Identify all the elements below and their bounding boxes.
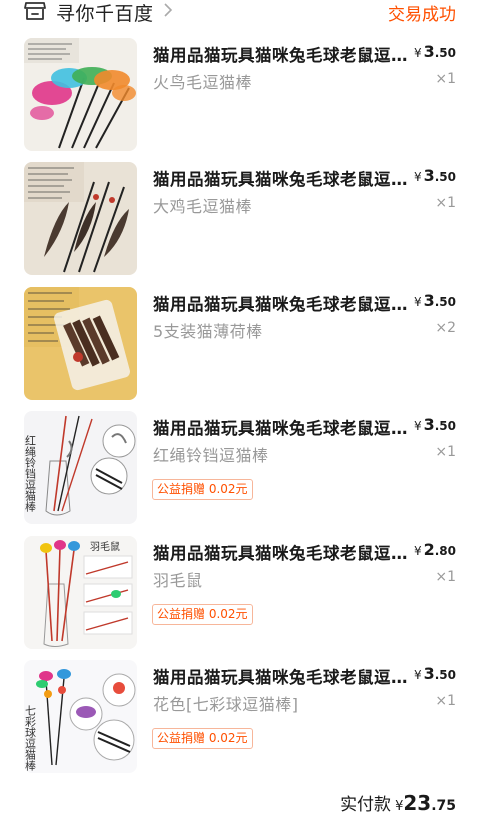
product-price: ¥3.50 xyxy=(413,415,456,434)
charity-donation-badge[interactable]: 公益捐赠 0.02元 xyxy=(152,604,253,625)
product-quantity: ×1 xyxy=(435,444,456,460)
product-thumbnail[interactable]: 红绳铃铛逗猫棒 xyxy=(24,411,137,524)
product-price: ¥3.50 xyxy=(413,166,456,185)
product-quantity: ×1 xyxy=(435,693,456,709)
shop-name-link[interactable]: 寻你千百度 xyxy=(56,0,154,26)
charity-donation-badge[interactable]: 公益捐赠 0.02元 xyxy=(152,728,253,749)
total-label: 实付款 xyxy=(340,795,392,815)
order-item[interactable]: 羽毛鼠 猫用品猫玩具猫咪兔毛球老鼠逗猫棒 ¥2.80 羽毛鼠 ×1 公益捐赠 0… xyxy=(0,536,478,654)
product-price: ¥3.50 xyxy=(413,664,456,683)
chevron-right-icon[interactable] xyxy=(163,2,173,18)
order-item[interactable]: 猫用品猫玩具猫咪兔毛球老鼠逗猫棒 ¥3.50 火鸟毛逗猫棒 ×1 xyxy=(0,38,478,156)
catnip-sticks-image xyxy=(24,287,137,400)
product-spec: 花色[七彩球逗猫棒] xyxy=(153,695,299,714)
product-spec: 红绳铃铛逗猫棒 xyxy=(153,446,269,465)
product-title[interactable]: 猫用品猫玩具猫咪兔毛球老鼠逗猫棒 xyxy=(153,540,413,564)
charity-donation-badge[interactable]: 公益捐赠 0.02元 xyxy=(152,479,253,500)
order-item[interactable]: 猫用品猫玩具猫咪兔毛球老鼠逗猫棒 ¥3.50 大鸡毛逗猫棒 ×1 xyxy=(0,162,478,280)
feather-wand-image xyxy=(24,38,137,151)
product-price: ¥3.50 xyxy=(413,42,456,61)
product-thumbnail[interactable]: 七彩球逗猫棒 xyxy=(24,660,137,773)
product-quantity: ×1 xyxy=(435,71,456,87)
shop-icon xyxy=(24,2,46,20)
order-header: 寻你千百度 交易成功 xyxy=(0,0,478,26)
product-title[interactable]: 猫用品猫玩具猫咪兔毛球老鼠逗猫棒 xyxy=(153,415,413,439)
product-price: ¥2.80 xyxy=(413,540,456,559)
product-title[interactable]: 猫用品猫玩具猫咪兔毛球老鼠逗猫棒 xyxy=(153,664,413,688)
order-item[interactable]: 七彩球逗猫棒 猫用品猫玩具猫咪兔毛球老鼠逗猫棒 ¥3.50 花色[七彩球逗猫棒]… xyxy=(0,660,478,778)
product-image-caption: 七彩球逗猫棒 xyxy=(24,705,37,772)
order-item[interactable]: 猫用品猫玩具猫咪兔毛球老鼠逗猫棒 ¥3.50 5支装猫薄荷棒 ×2 xyxy=(0,287,478,405)
total-amount: 23 xyxy=(403,791,432,815)
product-thumbnail[interactable] xyxy=(24,38,137,151)
product-quantity: ×1 xyxy=(435,569,456,585)
product-thumbnail[interactable] xyxy=(24,287,137,400)
product-thumbnail[interactable]: 羽毛鼠 xyxy=(24,536,137,649)
product-quantity: ×1 xyxy=(435,195,456,211)
product-thumbnail[interactable] xyxy=(24,162,137,275)
product-spec: 大鸡毛逗猫棒 xyxy=(153,197,253,216)
product-price: ¥3.50 xyxy=(413,291,456,310)
product-title[interactable]: 猫用品猫玩具猫咪兔毛球老鼠逗猫棒 xyxy=(153,166,413,190)
product-image-caption: 红绳铃铛逗猫棒 xyxy=(24,435,37,513)
red-rope-bell-wand-image: 红绳铃铛逗猫棒 xyxy=(24,411,137,524)
product-title[interactable]: 猫用品猫玩具猫咪兔毛球老鼠逗猫棒 xyxy=(153,42,413,66)
order-total: 实付款 ¥23.75 xyxy=(340,791,456,815)
rainbow-ball-wand-image: 七彩球逗猫棒 xyxy=(24,660,137,773)
product-spec: 羽毛鼠 xyxy=(153,571,203,590)
product-spec: 5支装猫薄荷棒 xyxy=(153,322,263,341)
product-spec: 火鸟毛逗猫棒 xyxy=(153,73,253,92)
feather-wand-image xyxy=(24,162,137,275)
product-title[interactable]: 猫用品猫玩具猫咪兔毛球老鼠逗猫棒 xyxy=(153,291,413,315)
order-item[interactable]: 红绳铃铛逗猫棒 猫用品猫玩具猫咪兔毛球老鼠逗猫棒 ¥3.50 红绳铃铛逗猫棒 ×… xyxy=(0,411,478,529)
feather-mouse-image: 羽毛鼠 xyxy=(24,536,137,649)
trade-status: 交易成功 xyxy=(388,5,456,25)
product-image-caption: 羽毛鼠 xyxy=(90,540,120,553)
product-quantity: ×2 xyxy=(435,320,456,336)
